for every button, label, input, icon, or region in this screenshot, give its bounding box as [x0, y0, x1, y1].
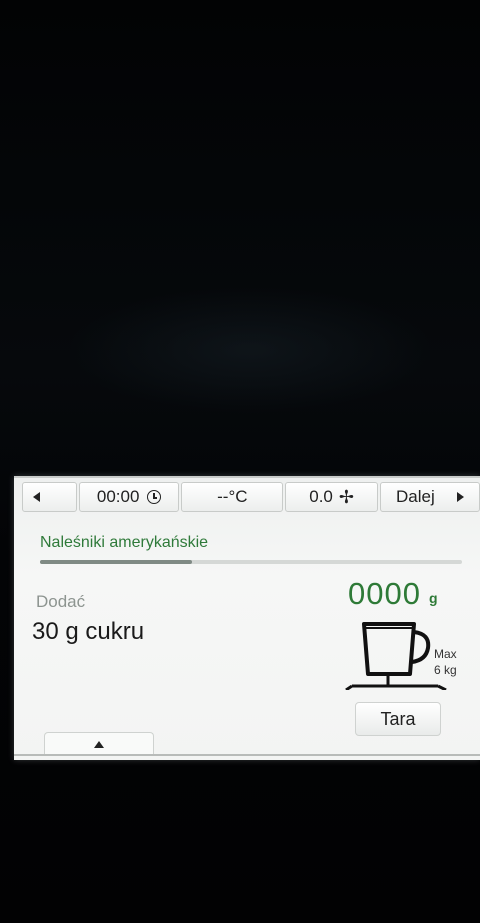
clock-icon — [147, 490, 162, 504]
temperature-value: --°C — [217, 487, 248, 506]
expand-tab[interactable] — [44, 732, 154, 755]
device-screen: 00:00 --°C 0.0 ✢ Dalej Naleśniki ameryka… — [14, 476, 480, 760]
speed-button[interactable]: 0.0 ✢ — [285, 482, 378, 512]
timer-value: 00:00 — [96, 487, 140, 506]
recipe-progress-fill — [40, 560, 192, 564]
arrow-right-icon — [456, 492, 464, 502]
scale-weight: 0000 — [348, 576, 421, 611]
next-button[interactable]: Dalej — [379, 482, 480, 512]
back-button[interactable] — [22, 482, 78, 512]
max-capacity: Max 6 kg — [434, 646, 457, 678]
timer-button[interactable]: 00:00 — [79, 482, 180, 512]
temperature-button[interactable]: --°C — [181, 482, 284, 512]
recipe-progress-bar — [40, 560, 462, 564]
arrow-up-icon — [94, 740, 104, 748]
dark-surroundings — [0, 0, 480, 923]
top-toolbar: 00:00 --°C 0.0 ✢ Dalej — [14, 482, 480, 514]
max-label: Max — [434, 647, 457, 661]
arrow-left-icon — [33, 492, 41, 502]
scale-bowl-icon — [345, 622, 447, 690]
next-label: Dalej — [396, 487, 435, 506]
max-value: 6 kg — [434, 663, 457, 677]
blade-icon: ✢ — [338, 486, 354, 507]
step-instruction: 30 g cukru — [32, 618, 145, 645]
speed-value: 0.0 — [309, 487, 333, 506]
tara-button[interactable]: Tara — [355, 702, 441, 736]
step-label: Dodać — [36, 592, 86, 611]
recipe-title: Naleśniki amerykańskie — [40, 534, 209, 551]
screen-edge — [14, 754, 480, 756]
scale-unit: g — [429, 590, 438, 606]
